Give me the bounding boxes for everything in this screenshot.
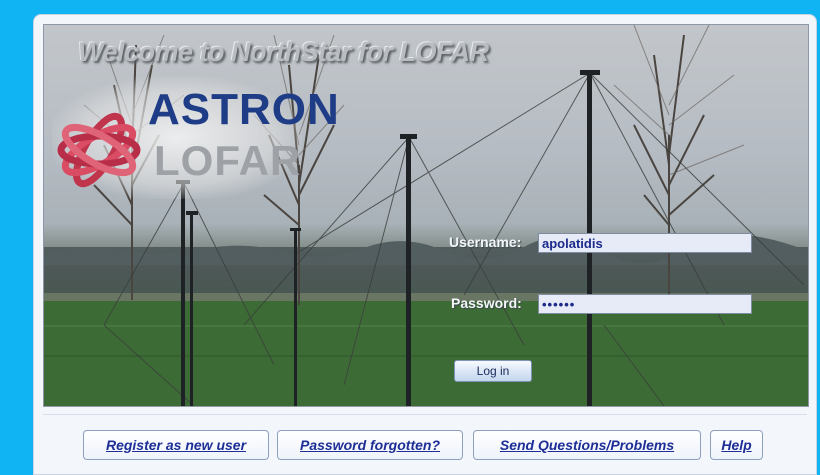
login-panel: Welcome to NorthStar for LOFAR ASTRON LO… (33, 14, 817, 475)
password-input[interactable] (538, 294, 752, 314)
divider (43, 414, 807, 415)
astron-logo-text: ASTRON (148, 85, 340, 134)
password-forgotten-link[interactable]: Password forgotten? (277, 430, 463, 460)
password-label: Password: (451, 295, 522, 311)
lofar-logo-text: LOFAR (154, 137, 302, 184)
send-questions-link[interactable]: Send Questions/Problems (473, 430, 701, 460)
lofar-logo-icon (57, 112, 141, 188)
welcome-title: Welcome to NorthStar for LOFAR (78, 37, 489, 67)
register-link[interactable]: Register as new user (83, 430, 269, 460)
username-label: Username: (449, 234, 522, 250)
username-input[interactable] (538, 233, 752, 253)
help-link[interactable]: Help (710, 430, 763, 460)
banner-image: Welcome to NorthStar for LOFAR ASTRON LO… (43, 24, 809, 407)
login-button[interactable]: Log in (454, 360, 532, 382)
